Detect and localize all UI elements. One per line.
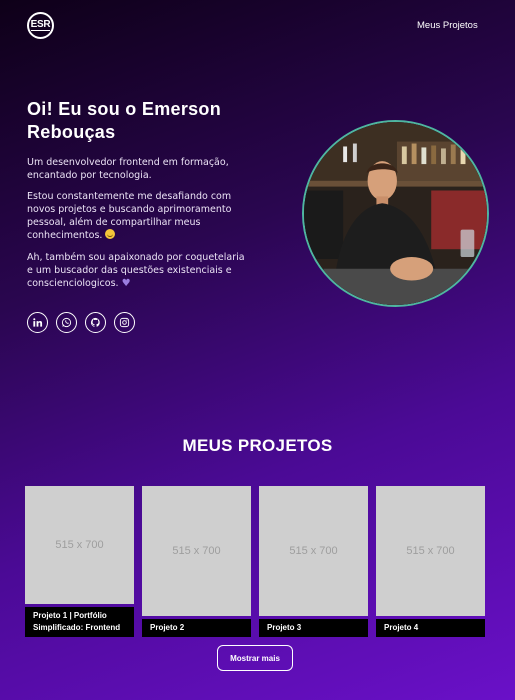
hero-paragraph-3-text: Ah, também sou apaixonado por coquetelar… [27, 252, 245, 289]
nav-link-projects[interactable]: Meus Projetos [417, 20, 478, 31]
project-card-4[interactable]: 515 x 700 Projeto 4 [376, 486, 485, 637]
projects-title: MEUS PROJETOS [182, 436, 333, 455]
linkedin-link[interactable] [27, 312, 48, 333]
hero-paragraph-2-text: Estou constantemente me desafiando com n… [27, 191, 232, 241]
logo-text: ESR [30, 19, 51, 31]
github-link[interactable] [85, 312, 106, 333]
project-thumbnail: 515 x 700 [259, 486, 368, 616]
project-card-2[interactable]: 515 x 700 Projeto 2 [142, 486, 251, 637]
github-icon [90, 317, 100, 327]
project-thumbnail: 515 x 700 [25, 486, 134, 604]
project-thumbnail: 515 x 700 [142, 486, 251, 616]
linkedin-icon [33, 318, 43, 327]
instagram-link[interactable] [114, 312, 135, 333]
logo[interactable]: ESR [27, 12, 54, 39]
hero-paragraph-1-text: Um desenvolvedor frontend em formação, e… [27, 157, 229, 181]
project-thumbnail: 515 x 700 [376, 486, 485, 616]
whatsapp-icon [61, 317, 72, 328]
project-caption: Projeto 1 | Portfólio Simplificado: Fron… [25, 607, 134, 637]
profile-photo [302, 120, 489, 307]
whatsapp-link[interactable] [56, 312, 77, 333]
hero-title: Oi! Eu sou o Emerson Rebouças [27, 99, 222, 142]
header: ESR Meus Projetos [0, 0, 515, 54]
hero-paragraph-1: Um desenvolvedor frontend em formação, e… [27, 156, 252, 182]
hero-paragraph-2: Estou constantemente me desafiando com n… [27, 190, 252, 242]
instagram-icon [119, 317, 130, 328]
project-card-3[interactable]: 515 x 700 Projeto 3 [259, 486, 368, 637]
show-more-button[interactable]: Mostrar mais [217, 645, 293, 671]
grinning-emoji-icon [105, 229, 116, 239]
project-caption: Projeto 4 [376, 619, 485, 637]
social-links [27, 312, 135, 333]
project-caption: Projeto 3 [259, 619, 368, 637]
project-card-1[interactable]: 515 x 700 Projeto 1 | Portfólio Simplifi… [25, 486, 134, 637]
project-caption: Projeto 2 [142, 619, 251, 637]
heart-icon: ♥ [121, 278, 131, 289]
hero-paragraph-3: Ah, também sou apaixonado por coquetelar… [27, 251, 252, 290]
